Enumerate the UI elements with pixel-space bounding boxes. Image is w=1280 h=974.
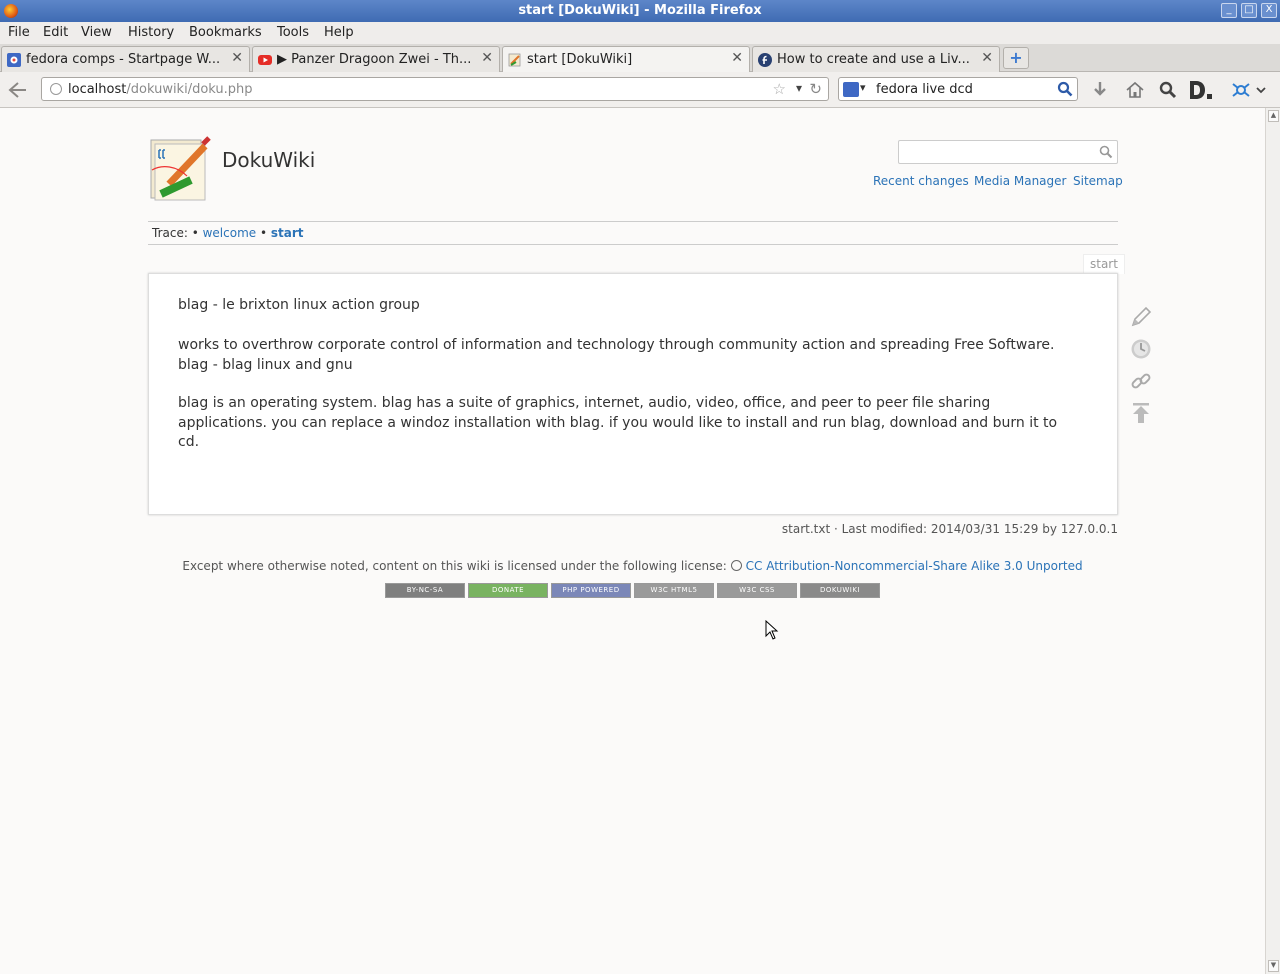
navigation-bar: localhost/dokuwiki/doku.php ☆ ▾ ↻ ▾ fedo… bbox=[0, 72, 1280, 108]
downloads-icon[interactable] bbox=[1090, 80, 1110, 100]
menu-bookmarks[interactable]: Bookmarks bbox=[189, 25, 262, 40]
search-bar[interactable]: ▾ fedora live dcd bbox=[838, 77, 1078, 101]
tab-youtube[interactable]: ▶ Panzer Dragoon Zwei - Th... ✕ bbox=[252, 46, 500, 72]
addon-network-icon[interactable] bbox=[1229, 80, 1269, 100]
url-path: /dokuwiki/doku.php bbox=[126, 82, 253, 97]
divider bbox=[148, 221, 1118, 222]
menu-file[interactable]: File bbox=[8, 25, 30, 40]
backlinks-icon[interactable] bbox=[1130, 370, 1152, 392]
youtube-icon bbox=[258, 55, 272, 65]
addon-d-icon[interactable] bbox=[1187, 79, 1215, 101]
doc-info: start.txt · Last modified: 2014/03/31 15… bbox=[781, 522, 1118, 536]
vertical-scrollbar[interactable]: ▲ ▼ bbox=[1265, 108, 1280, 974]
search-engine-dropdown-icon[interactable]: ▾ bbox=[860, 81, 866, 94]
search-go-icon[interactable] bbox=[1057, 81, 1073, 97]
menu-edit[interactable]: Edit bbox=[43, 25, 68, 40]
site-identity-icon[interactable] bbox=[50, 83, 62, 95]
license-text: Except where otherwise noted, content on… bbox=[182, 559, 727, 573]
url-bar[interactable]: localhost/dokuwiki/doku.php ☆ ▾ ↻ bbox=[41, 77, 829, 101]
wiki-search-input[interactable] bbox=[898, 140, 1118, 164]
tab-dokuwiki[interactable]: start [DokuWiki] ✕ bbox=[502, 46, 750, 73]
wiki-site-title[interactable]: DokuWiki bbox=[222, 148, 315, 172]
url-text[interactable]: localhost/dokuwiki/doku.php bbox=[68, 82, 253, 97]
wiki-search-icon[interactable] bbox=[1099, 145, 1113, 159]
media-manager-link[interactable]: Media Manager bbox=[974, 174, 1066, 188]
dokuwiki-logo[interactable] bbox=[147, 136, 213, 202]
url-host: localhost bbox=[68, 82, 127, 97]
tab-label: start [DokuWiki] bbox=[527, 52, 633, 67]
close-window-button[interactable]: X bbox=[1261, 3, 1277, 18]
tab-close-icon[interactable]: ✕ bbox=[481, 50, 493, 66]
bookmark-star-icon[interactable]: ☆ bbox=[773, 80, 786, 98]
w3c-css-badge[interactable]: W3C CSS bbox=[717, 583, 797, 598]
window-titlebar: start [DokuWiki] - Mozilla Firefox _ □ X bbox=[0, 0, 1280, 22]
recent-changes-link[interactable]: Recent changes bbox=[873, 174, 969, 188]
breadcrumb-start[interactable]: start bbox=[271, 226, 304, 240]
php-powered-badge[interactable]: PHP POWERED bbox=[551, 583, 631, 598]
trace-label: Trace: bbox=[152, 226, 188, 240]
breadcrumb-welcome[interactable]: welcome bbox=[203, 226, 257, 240]
search-input[interactable]: fedora live dcd bbox=[876, 82, 973, 97]
menu-tools[interactable]: Tools bbox=[277, 25, 309, 40]
zoom-search-icon[interactable] bbox=[1158, 80, 1178, 100]
menu-help[interactable]: Help bbox=[324, 25, 354, 40]
article-paragraph: works to overthrow corporate control of … bbox=[178, 337, 1055, 373]
menu-view[interactable]: View bbox=[81, 25, 112, 40]
divider bbox=[148, 244, 1118, 245]
article-paragraph: blag is an operating system. blag has a … bbox=[178, 395, 1058, 450]
cc-license-badge[interactable]: BY-NC-SA bbox=[385, 583, 465, 598]
scroll-up-icon[interactable]: ▲ bbox=[1268, 110, 1279, 122]
tab-close-icon[interactable]: ✕ bbox=[731, 50, 743, 66]
w3c-html5-badge[interactable]: W3C HTML5 bbox=[634, 583, 714, 598]
old-revisions-icon[interactable] bbox=[1130, 338, 1152, 360]
startpage-icon bbox=[7, 53, 21, 67]
back-to-top-icon[interactable] bbox=[1130, 402, 1152, 424]
license-link[interactable]: CC Attribution-Noncommercial-Share Alike… bbox=[746, 559, 1083, 573]
license-notice: Except where otherwise noted, content on… bbox=[0, 559, 1265, 573]
page-id-label: start bbox=[1083, 254, 1125, 274]
tab-close-icon[interactable]: ✕ bbox=[981, 50, 993, 66]
donate-badge[interactable]: DONATE bbox=[468, 583, 548, 598]
fedora-icon bbox=[758, 53, 772, 67]
minimize-button[interactable]: _ bbox=[1221, 3, 1237, 18]
mouse-cursor-icon bbox=[765, 620, 779, 640]
menu-history[interactable]: History bbox=[128, 25, 174, 40]
maximize-button[interactable]: □ bbox=[1241, 3, 1257, 18]
page-content: DokuWiki Recent changes Media Manager Si… bbox=[0, 108, 1265, 974]
home-icon[interactable] bbox=[1125, 80, 1145, 100]
back-icon[interactable] bbox=[6, 80, 30, 100]
window-title: start [DokuWiki] - Mozilla Firefox bbox=[518, 3, 762, 18]
tab-startpage[interactable]: fedora comps - Startpage W... ✕ bbox=[1, 46, 250, 72]
breadcrumb: Trace: • welcome • start bbox=[152, 226, 304, 240]
tab-fedora[interactable]: How to create and use a Liv... ✕ bbox=[752, 46, 1000, 72]
article-paragraph: blag - le brixton linux action group bbox=[178, 297, 420, 313]
tab-label: How to create and use a Liv... bbox=[777, 52, 970, 67]
wiki-article: blag - le brixton linux action group wor… bbox=[148, 273, 1118, 515]
edit-page-icon[interactable] bbox=[1130, 306, 1152, 328]
search-engine-icon[interactable] bbox=[843, 82, 859, 97]
dokuwiki-icon bbox=[508, 53, 521, 67]
tab-label: ▶ Panzer Dragoon Zwei - Th... bbox=[277, 52, 472, 67]
tab-close-icon[interactable]: ✕ bbox=[231, 50, 243, 66]
new-tab-button[interactable]: + bbox=[1003, 47, 1029, 69]
tab-strip: fedora comps - Startpage W... ✕ ▶ Panzer… bbox=[0, 44, 1280, 73]
history-dropdown-icon[interactable]: ▾ bbox=[796, 81, 802, 95]
menu-bar: File Edit View History Bookmarks Tools H… bbox=[0, 22, 1280, 44]
dokuwiki-badge[interactable]: DOKUWIKI bbox=[800, 583, 880, 598]
tab-label: fedora comps - Startpage W... bbox=[26, 52, 221, 67]
sitemap-link[interactable]: Sitemap bbox=[1073, 174, 1123, 188]
reload-icon[interactable]: ↻ bbox=[809, 80, 822, 98]
scroll-down-icon[interactable]: ▼ bbox=[1268, 960, 1279, 972]
license-globe-icon bbox=[730, 560, 742, 571]
